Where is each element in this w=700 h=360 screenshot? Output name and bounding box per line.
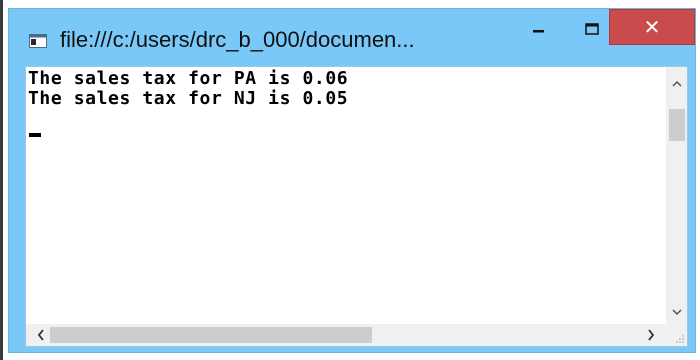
resize-grip-icon xyxy=(676,335,684,343)
minimize-button[interactable] xyxy=(516,11,562,47)
text-cursor xyxy=(29,133,41,137)
console-line: The sales tax for NJ is 0.05 xyxy=(28,88,349,109)
scroll-right-button[interactable] xyxy=(640,324,662,346)
horizontal-scroll-thumb[interactable] xyxy=(50,327,372,343)
horizontal-scrollbar[interactable] xyxy=(26,324,666,346)
window-title: file:///c:/users/drc_b_000/documen... xyxy=(60,27,415,52)
console-window: file:///c:/users/drc_b_000/documen... ✕ … xyxy=(8,8,696,353)
minimize-icon xyxy=(533,30,544,33)
resize-grip[interactable] xyxy=(666,324,687,346)
vertical-scrollbar[interactable] xyxy=(666,67,687,324)
console-output-pane[interactable]: The sales tax for PA is 0.06 The sales t… xyxy=(25,66,688,347)
maximize-icon xyxy=(585,23,599,35)
scroll-down-button[interactable] xyxy=(666,302,687,322)
title-bar[interactable]: file:///c:/users/drc_b_000/documen... ✕ xyxy=(9,9,695,67)
chevron-up-icon xyxy=(671,80,682,87)
scroll-left-button[interactable] xyxy=(30,324,52,346)
close-button[interactable]: ✕ xyxy=(609,9,695,45)
close-icon: ✕ xyxy=(643,15,661,39)
scroll-up-button[interactable] xyxy=(666,73,687,93)
console-line: The sales tax for PA is 0.06 xyxy=(28,68,349,89)
chevron-right-icon xyxy=(648,329,655,341)
console-app-icon xyxy=(29,34,47,48)
chevron-down-icon xyxy=(671,308,682,315)
window-shadow xyxy=(0,0,3,360)
console-text-area[interactable]: The sales tax for PA is 0.06 The sales t… xyxy=(26,67,666,324)
chevron-left-icon xyxy=(37,329,44,341)
vertical-scroll-thumb[interactable] xyxy=(669,109,685,141)
